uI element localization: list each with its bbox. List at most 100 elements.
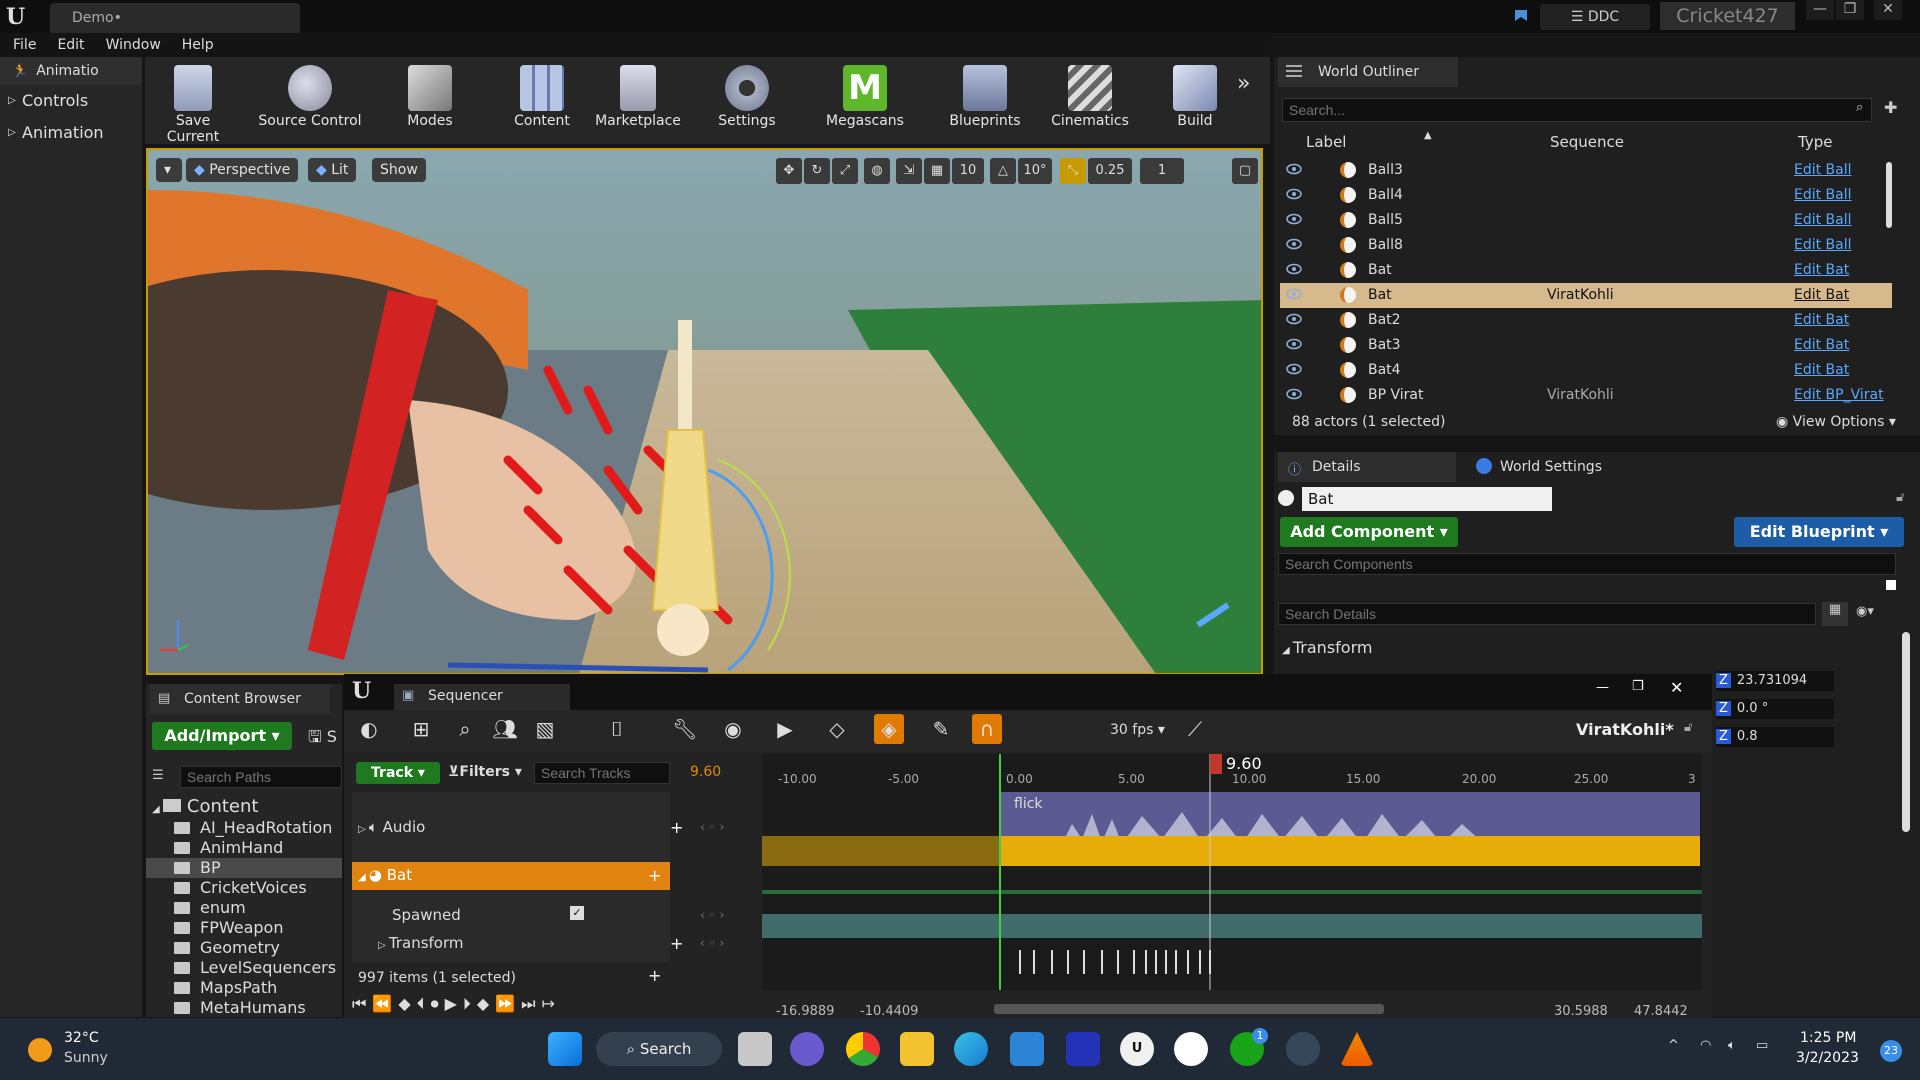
translate-icon[interactable]: ✥ [776,158,802,184]
toolbar-overflow-icon[interactable]: » [1237,71,1250,96]
file-explorer-icon[interactable] [900,1032,934,1066]
row-type-link[interactable]: Edit Ball [1794,212,1852,228]
maximize-viewport-icon[interactable]: ▢ [1232,158,1258,184]
blueprints-button[interactable]: Blueprints [935,57,1035,144]
visibility-eye-icon[interactable] [1286,163,1302,175]
maximize-icon[interactable]: ❐ [1836,0,1864,20]
transform-key-nav[interactable]: ‹ ◦ › [700,936,724,950]
add-component-button[interactable]: Add Component ▾ [1280,517,1458,547]
actors-icon[interactable]: 👥︎ [490,714,520,744]
clock-time[interactable]: 1:25 PM [1800,1030,1856,1046]
outliner-search-input[interactable] [1282,98,1872,122]
surface-snap-icon[interactable]: ⇲ [896,158,922,184]
grid-view-icon[interactable]: ▦ [1822,602,1848,626]
save-current-button[interactable]: Save Current [151,57,235,145]
sequencer-tab[interactable]: ▣ Sequencer [394,684,570,710]
minimize-icon[interactable]: — [1596,680,1609,695]
scale-snap-icon[interactable]: ⤡ [1060,158,1086,184]
filters-button[interactable]: ⊻Filters ▾ [448,764,522,780]
row-type-link[interactable]: Edit Bat [1794,362,1849,378]
outliner-row[interactable]: Ball4 Edit Ball [1280,183,1892,208]
scale-icon[interactable]: ⤢ [832,158,858,184]
rotate-icon[interactable]: ↻ [804,158,830,184]
transform-z-field-3[interactable]: Z 0.8 [1716,727,1834,747]
search-tracks-input[interactable] [534,762,670,784]
chrome-icon[interactable] [846,1032,880,1066]
document-tab[interactable]: Demo• [50,3,300,33]
bat-track-header[interactable]: ◢ ◕ Bat [358,866,412,884]
ddc-button[interactable]: ☰ DDC [1540,4,1650,30]
column-sequence[interactable]: Sequence [1550,133,1624,151]
grid-snap-value[interactable]: 10 [952,158,984,184]
taskbar-search-button[interactable]: ⌕ Search [596,1032,722,1066]
add-audio-button[interactable]: + [670,818,683,837]
spawned-key-nav[interactable]: ‹ ◦ › [700,908,724,922]
outliner-row[interactable]: Bat ViratKohli Edit Bat [1280,283,1892,308]
row-type-link[interactable]: Edit Bat [1794,287,1849,303]
app-icon[interactable] [1066,1032,1100,1066]
transform-z-field-1[interactable]: Z 23.731094 [1716,671,1834,691]
outliner-row[interactable]: Bat4 Edit Bat [1280,358,1892,383]
row-type-link[interactable]: Edit Ball [1794,162,1852,178]
folder-item[interactable]: CricketVoices [146,878,342,898]
lock-icon[interactable]: 🔓︎ [1684,720,1692,735]
folder-item[interactable]: MetaHumans [146,998,342,1018]
wrench-icon[interactable]: 🔧︎ [670,714,700,744]
unreal-logo-icon[interactable]: U [6,4,32,30]
epic-games-icon[interactable] [1174,1032,1208,1066]
row-type-link[interactable]: Edit Bat [1794,337,1849,353]
column-type[interactable]: Type [1798,133,1832,151]
pencil-icon[interactable]: ✎ [926,714,956,744]
menu-window[interactable]: Window [106,37,161,53]
megascans-button[interactable]: M Megascans [815,57,915,144]
edit-blueprint-button[interactable]: Edit Blueprint ▾ [1734,517,1904,547]
outliner-add-icon[interactable]: ✚ [1884,98,1897,117]
content-root[interactable]: ◢ Content [152,796,258,817]
current-time-field[interactable]: 9.60 [690,764,721,780]
menu-file[interactable]: File [13,37,36,53]
folder-item[interactable]: AnimHand [146,838,342,858]
search-components-input[interactable] [1278,553,1896,575]
transform-z-field-2[interactable]: Z 0.0 ° [1716,699,1834,719]
search-paths-input[interactable] [180,766,342,788]
controls-item[interactable]: ▷ Controls [0,85,142,117]
rotation-snap-icon[interactable]: △ [990,158,1016,184]
add-transform-button[interactable]: + [670,934,683,953]
task-view-icon[interactable] [738,1032,772,1066]
source-control-icon[interactable] [1512,7,1530,25]
minimize-icon[interactable]: — [1806,0,1834,20]
build-button[interactable]: Build [1165,57,1225,144]
world-icon[interactable]: ◐ [354,714,384,744]
unreal-engine-icon[interactable]: U [1120,1032,1154,1066]
details-tab[interactable]: ⓘ Details [1278,452,1456,482]
folder-item[interactable]: BP [146,858,342,878]
maximize-icon[interactable]: ❐ [1632,679,1644,694]
eye-icon[interactable]: ◉ [718,714,748,744]
content-button[interactable]: Content [507,57,577,144]
folder-item[interactable]: enum [146,898,342,918]
perspective-button[interactable]: ◆ Perspective [186,158,299,182]
folder-item[interactable]: Geometry [146,938,342,958]
outliner-row[interactable]: Bat2 Edit Bat [1280,308,1892,333]
edge-icon[interactable] [954,1032,988,1066]
timeline-scrollbar[interactable] [994,1004,1384,1014]
play-icon[interactable]: ▶ [770,714,800,744]
content-browser-tab[interactable]: ▤ Content Browser [150,684,330,714]
outliner-row[interactable]: Ball5 Edit Ball [1280,208,1892,233]
spawned-checkbox[interactable]: ✓ [570,906,584,920]
sources-toggle-icon[interactable]: ☰ [152,768,164,783]
key-icon[interactable]: ◇ [822,714,852,744]
row-type-link[interactable]: Edit Ball [1794,187,1852,203]
folder-item[interactable]: AI_HeadRotation [146,818,342,838]
source-control-button[interactable]: Source Control [255,57,365,144]
notification-badge[interactable]: 23 [1880,1040,1902,1062]
world-outliner-tab[interactable]: World Outliner [1278,57,1458,87]
row-type-link[interactable]: Edit Bat [1794,262,1849,278]
grid-snap-icon[interactable]: ▦ [924,158,950,184]
show-button[interactable]: Show [372,158,426,182]
add-track-button[interactable]: Track ▾ [356,762,440,784]
details-scrollbar[interactable] [1902,632,1910,832]
visibility-eye-icon[interactable] [1286,363,1302,375]
settings-button[interactable]: Settings [707,57,787,144]
folder-item[interactable]: LevelSequencers [146,958,342,978]
